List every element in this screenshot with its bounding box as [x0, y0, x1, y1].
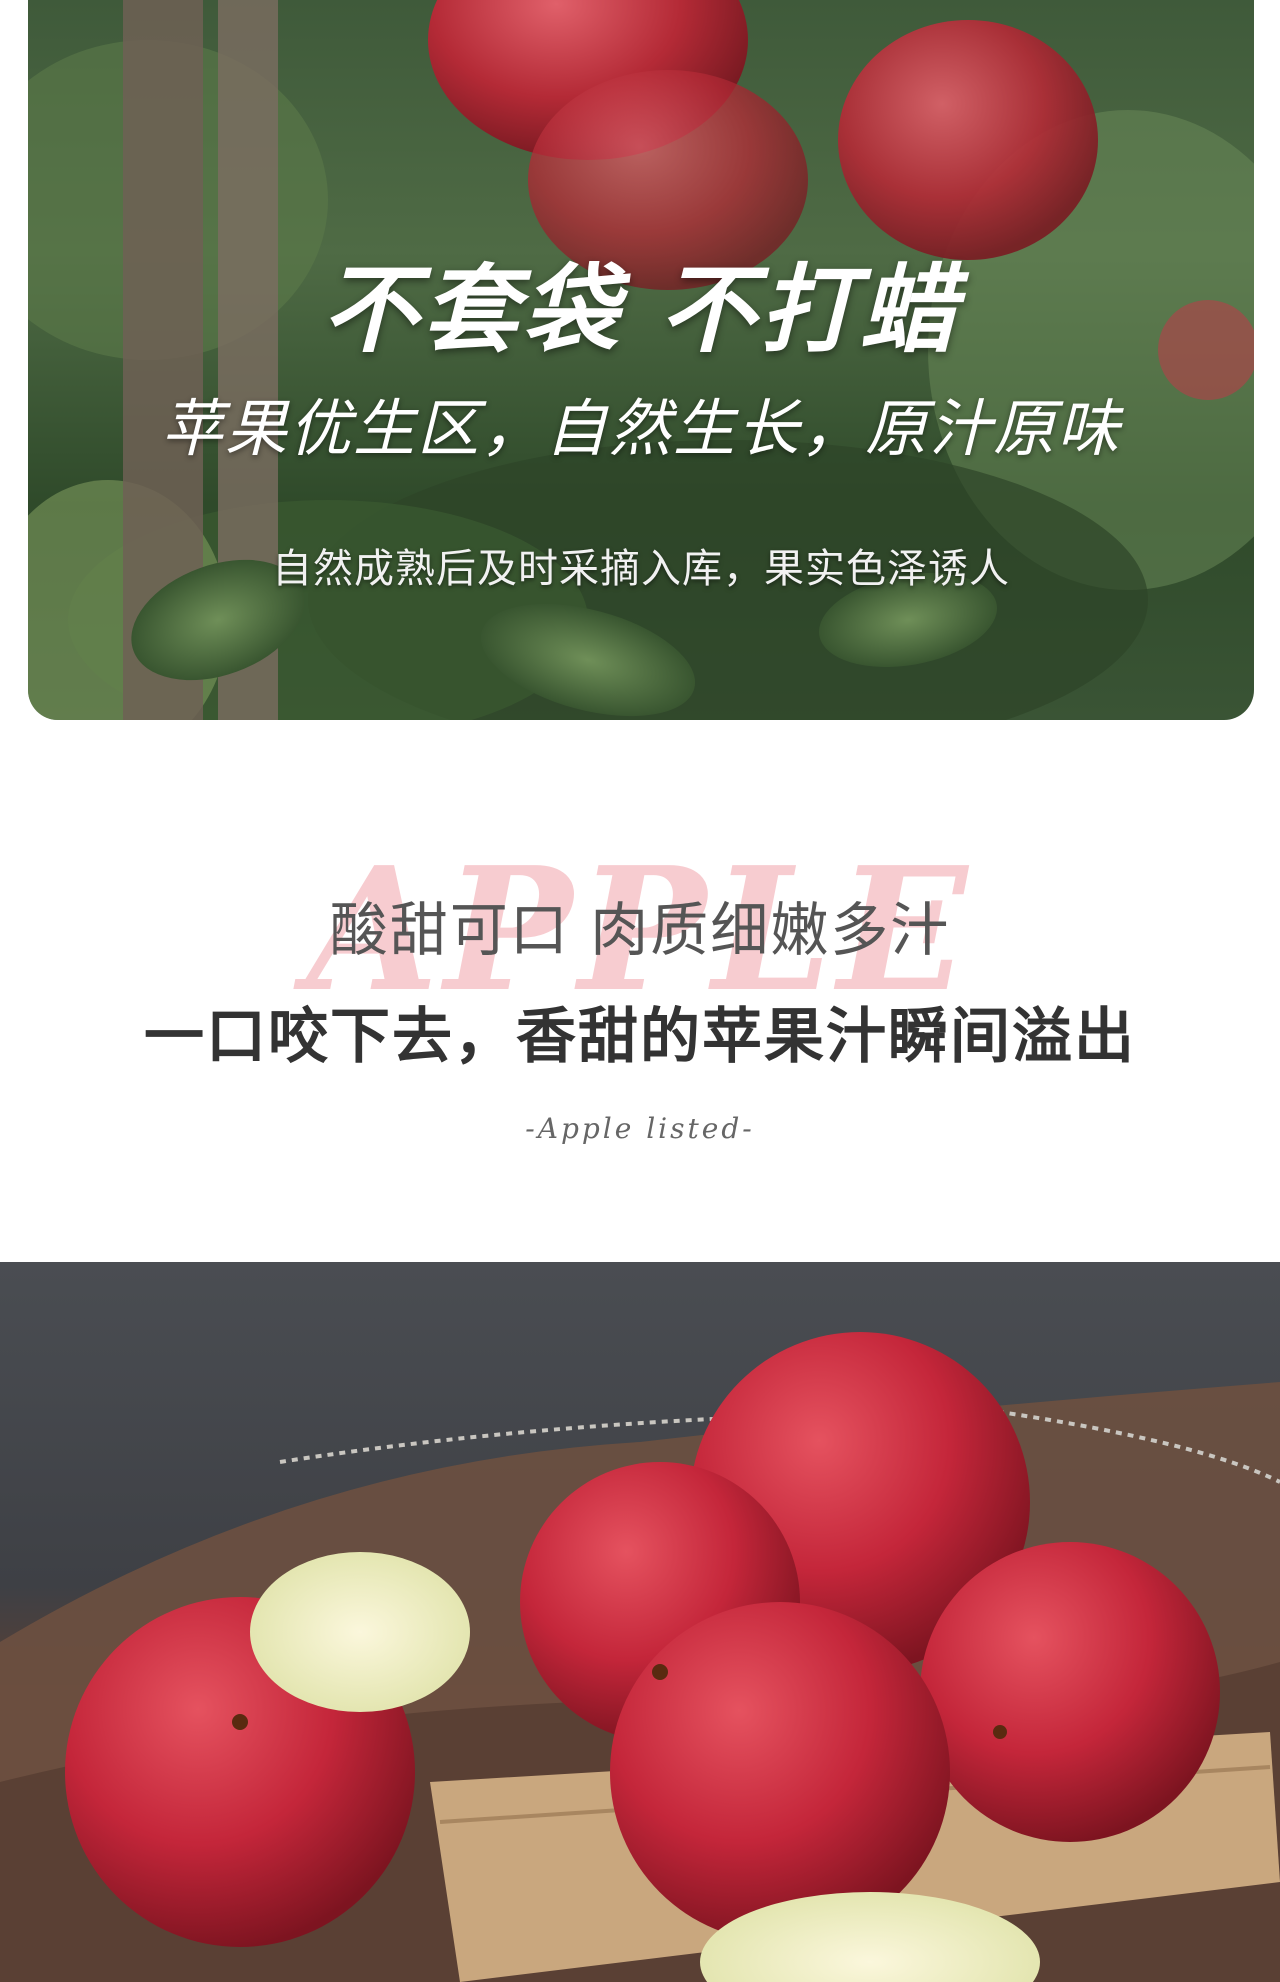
taste-section: APPLE 酸甜可口 肉质细嫩多汁 一口咬下去，香甜的苹果汁瞬间溢出 -Appl…	[0, 720, 1280, 1260]
taste-tagline: 酸甜可口 肉质细嫩多汁	[329, 896, 951, 964]
apple-listed-signature: -Apple listed-	[525, 1112, 755, 1145]
orchard-banner: 不套袋 不打蜡 苹果优生区，自然生长，原汁原味 自然成熟后及时采摘入库，果实色泽…	[28, 0, 1254, 720]
taste-headline: 一口咬下去，香甜的苹果汁瞬间溢出	[144, 1002, 1136, 1072]
apples-on-board-image	[0, 1332, 1280, 1982]
caption: 自然成熟后及时采摘入库，果实色泽诱人	[272, 546, 1010, 592]
subheadline: 苹果优生区，自然生长，原汁原味	[160, 392, 1121, 465]
headline: 不套袋 不打蜡	[322, 254, 960, 366]
product-photo	[0, 1262, 1280, 1982]
